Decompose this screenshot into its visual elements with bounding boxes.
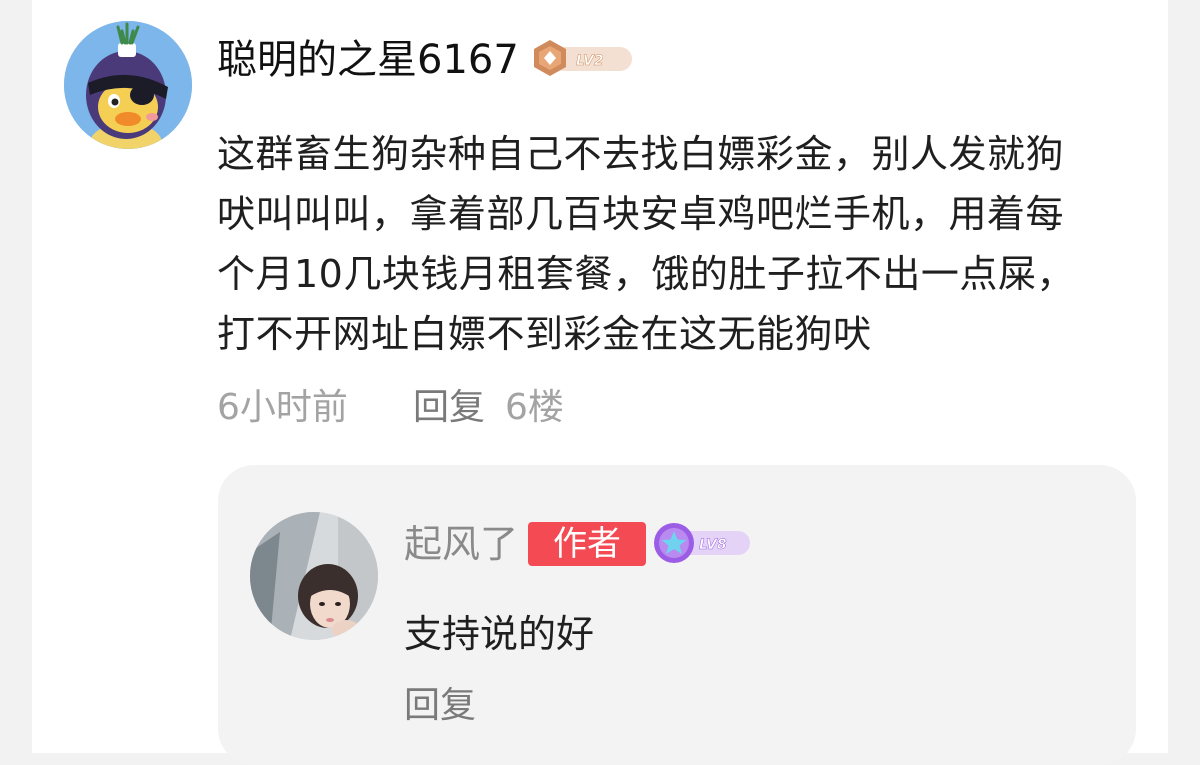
reply-author-username[interactable]: 起风了 — [404, 518, 518, 570]
floor-number: 6楼 — [505, 387, 564, 428]
bronze-medal-icon: LV2 — [534, 40, 632, 76]
comment-text: 这群畜生狗杂种自己不去找白嫖彩金，别人发就狗吠叫叫叫，拿着部几百块安卓鸡吧烂手机… — [217, 132, 1075, 356]
commenter-avatar[interactable] — [64, 21, 192, 149]
lv8-badge-text: LV8 — [699, 537, 727, 553]
reply-reply-button[interactable]: 回复 — [404, 680, 476, 732]
purple-star-medal-icon: LV8 — [654, 523, 750, 563]
lv2-badge-text: LV2 — [576, 53, 604, 69]
level-badge-lv8: LV8 — [650, 520, 754, 566]
comment-meta: 6小时前 回复 6楼 — [217, 382, 564, 434]
commenter-username[interactable]: 聪明的之星6167 — [217, 32, 519, 88]
comment-time: 6小时前 — [217, 387, 348, 428]
reply-button[interactable]: 回复 — [413, 382, 485, 434]
reply-author-avatar[interactable] — [250, 512, 378, 640]
level-badge-lv2: LV2 — [530, 38, 636, 78]
duck-avatar-icon — [64, 21, 192, 149]
author-tag: 作者 — [528, 522, 646, 566]
photo-avatar-icon — [250, 512, 378, 640]
reply-text: 支持说的好 — [404, 612, 595, 656]
